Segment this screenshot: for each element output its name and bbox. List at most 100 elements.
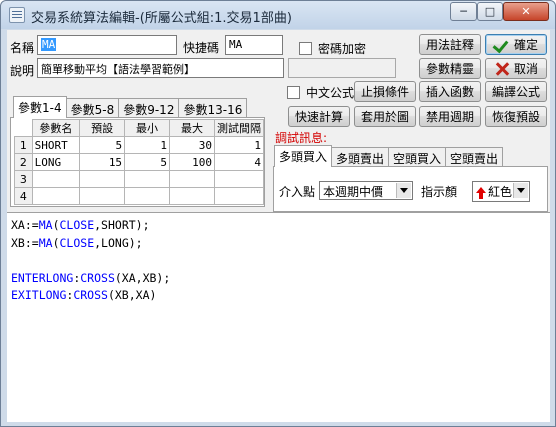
chinese-formula-checkbox-box[interactable] xyxy=(287,86,300,99)
cancel-button[interactable]: 取消 xyxy=(485,58,547,79)
row-number: 2 xyxy=(14,153,33,171)
code-text: ,LONG); xyxy=(94,235,143,250)
param-step-cell[interactable]: 4 xyxy=(213,153,265,171)
col-header-name: 參數名 xyxy=(31,119,81,137)
syntax-notes-button[interactable]: 用法註釋 xyxy=(419,34,481,55)
tab-params-1-4[interactable]: 參數1-4 xyxy=(13,96,67,118)
param-max-cell[interactable] xyxy=(169,187,215,205)
tab-long-buy[interactable]: 多頭買入 xyxy=(274,145,333,167)
formula-code-editor[interactable]: XA:=MA(CLOSE,SHORT); XB:=MA(CLOSE,LONG); E… xyxy=(7,212,550,422)
corner-cell xyxy=(14,119,33,137)
maximize-button[interactable]: □ xyxy=(477,2,503,21)
table-row: 4 xyxy=(14,187,265,205)
tab-params-9-12[interactable]: 參數9-12 xyxy=(118,98,180,118)
code-keyword: EXITLONG xyxy=(11,288,67,302)
param-default-cell[interactable]: 5 xyxy=(79,136,126,154)
param-min-cell[interactable]: 5 xyxy=(124,153,171,171)
row-number: 4 xyxy=(14,187,33,205)
password-checkbox-box[interactable] xyxy=(299,42,312,55)
param-min-cell[interactable] xyxy=(124,170,171,188)
chevron-down-icon[interactable] xyxy=(396,183,411,198)
code-text: ( xyxy=(52,218,60,232)
param-wizard-button[interactable]: 參數精靈 xyxy=(419,58,481,79)
description-input[interactable]: 簡單移動平均【語法學習範例】 xyxy=(37,58,284,78)
code-keyword: ENTERLONG xyxy=(11,270,74,285)
col-header-min: 最小 xyxy=(124,119,171,137)
code-text: ,SHORT); xyxy=(94,218,150,232)
cancel-button-label: 取消 xyxy=(513,62,538,76)
indicator-color-value: 紅色 xyxy=(488,185,513,199)
title-bar[interactable]: 交易系統算法編輯-(所屬公式組:1.交易1部曲) ─ □ ✕ xyxy=(1,1,555,29)
param-max-cell[interactable]: 30 xyxy=(169,136,215,154)
quick-calc-button[interactable]: 快速計算 xyxy=(288,106,350,127)
indicator-color-select[interactable]: 紅色 xyxy=(472,181,530,202)
close-x-icon xyxy=(494,61,510,77)
description-label: 說明 xyxy=(10,64,35,78)
password-checkbox[interactable]: 密碼加密 xyxy=(299,40,366,57)
minimize-button[interactable]: ─ xyxy=(450,2,477,21)
chevron-down-icon[interactable] xyxy=(513,183,528,198)
indicator-color-label: 指示顏 xyxy=(421,185,458,199)
param-default-cell[interactable] xyxy=(79,170,126,188)
debug-tab-panel: 介入點 本週期中價 指示顏 紅色 xyxy=(273,166,548,212)
entry-point-value: 本週期中價 xyxy=(323,185,384,199)
entry-point-select[interactable]: 本週期中價 xyxy=(319,181,413,200)
dialog-body: 名稱 MA 快捷碼 MA 密碼加密 用法註釋 確定 說明 簡單移動平均【語法學習… xyxy=(7,30,550,422)
ok-button-label: 確定 xyxy=(513,38,538,52)
param-table: 參數名 預設 最小 最大 測試間隔 1 SHORT 5 1 30 1 2 LON… xyxy=(14,119,265,205)
password-checkbox-label: 密碼加密 xyxy=(318,42,367,56)
name-input-value: MA xyxy=(41,38,57,51)
code-line: XB:=MA(CLOSE,LONG); xyxy=(11,236,143,252)
param-max-cell[interactable] xyxy=(169,170,215,188)
tab-params-13-16[interactable]: 參數13-16 xyxy=(178,98,248,118)
col-header-default: 預設 xyxy=(79,119,126,137)
compile-formula-button[interactable]: 編譯公式 xyxy=(485,81,547,102)
shortcut-label: 快捷碼 xyxy=(183,41,220,55)
param-name-cell[interactable]: LONG xyxy=(31,153,81,171)
tab-short-buy[interactable]: 空頭買入 xyxy=(388,147,447,167)
table-row: 1 SHORT 5 1 30 1 xyxy=(14,136,265,154)
param-min-cell[interactable]: 1 xyxy=(124,136,171,154)
shortcut-input[interactable]: MA xyxy=(225,35,283,55)
tab-params-5-8[interactable]: 參數5-8 xyxy=(65,98,120,118)
col-header-step: 測試間隔 xyxy=(213,119,265,137)
param-step-cell[interactable] xyxy=(213,170,265,188)
code-keyword: MA xyxy=(38,218,53,232)
stop-loss-button[interactable]: 止損條件 xyxy=(354,81,416,102)
code-keyword: CLOSE xyxy=(59,218,95,232)
close-button[interactable]: ✕ xyxy=(503,2,549,21)
name-input[interactable]: MA xyxy=(37,35,177,55)
chinese-formula-checkbox[interactable]: 中文公式 xyxy=(287,84,354,101)
tab-short-sell[interactable]: 空頭賣出 xyxy=(445,147,504,167)
param-grid-panel: 參數名 預設 最小 最大 測試間隔 1 SHORT 5 1 30 1 2 LON… xyxy=(10,117,265,207)
code-text: ( xyxy=(52,235,60,250)
ok-button[interactable]: 確定 xyxy=(485,34,547,55)
insert-function-button[interactable]: 插入函數 xyxy=(419,81,481,102)
param-min-cell[interactable] xyxy=(124,187,171,205)
param-default-cell[interactable] xyxy=(79,187,126,205)
tab-long-sell[interactable]: 多頭賣出 xyxy=(331,147,390,167)
window-title: 交易系統算法編輯-(所屬公式組:1.交易1部曲) xyxy=(31,11,292,26)
code-keyword: CROSS xyxy=(80,270,115,285)
code-text: (XA,XB); xyxy=(114,270,171,285)
param-name-cell[interactable]: SHORT xyxy=(31,136,81,154)
name-label: 名稱 xyxy=(10,41,35,55)
code-text: XB:= xyxy=(11,235,39,250)
description-extra-field xyxy=(288,58,396,78)
param-step-cell[interactable] xyxy=(213,187,265,205)
code-keyword: CROSS xyxy=(73,288,108,302)
col-header-max: 最大 xyxy=(169,119,215,137)
param-step-cell[interactable]: 1 xyxy=(213,136,265,154)
param-default-cell[interactable]: 15 xyxy=(79,153,126,171)
code-keyword: MA xyxy=(38,235,53,250)
formula-editor-window: 交易系統算法編輯-(所屬公式組:1.交易1部曲) ─ □ ✕ 名稱 MA 快捷碼… xyxy=(0,0,556,427)
code-text: (XB,XA) xyxy=(107,288,157,302)
param-name-cell[interactable] xyxy=(31,187,81,205)
param-max-cell[interactable]: 100 xyxy=(169,153,215,171)
restore-default-button[interactable]: 恢復預設 xyxy=(485,106,547,127)
app-icon xyxy=(9,7,25,23)
param-name-cell[interactable] xyxy=(31,170,81,188)
disable-period-button[interactable]: 禁用週期 xyxy=(419,106,481,127)
entry-point-label: 介入點 xyxy=(279,185,316,199)
apply-to-chart-button[interactable]: 套用於圖 xyxy=(354,106,416,127)
